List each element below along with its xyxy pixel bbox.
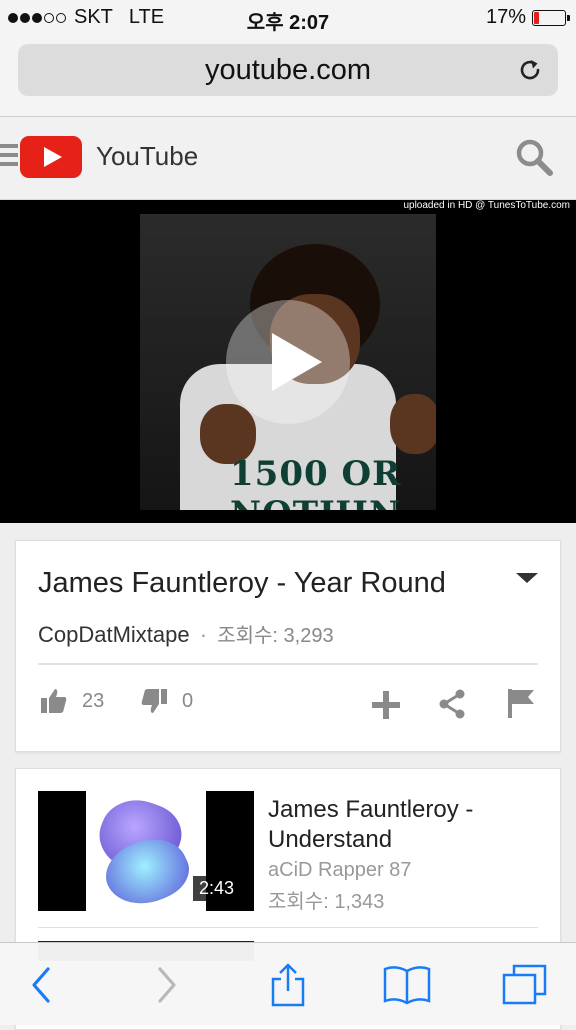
video-duration: 2:43 xyxy=(192,876,240,901)
browser-address-area: youtube.com xyxy=(0,36,576,117)
play-icon[interactable] xyxy=(226,300,350,424)
share-icon[interactable] xyxy=(438,689,466,719)
reload-icon[interactable] xyxy=(516,56,544,84)
related-video-thumbnail[interactable]: 2:43 xyxy=(38,791,254,911)
menu-icon[interactable] xyxy=(0,144,18,170)
thumbs-up-icon xyxy=(41,689,67,713)
battery-level xyxy=(534,11,539,24)
back-icon[interactable] xyxy=(24,963,64,1007)
tabs-icon[interactable] xyxy=(500,963,550,1007)
view-count: 조회수: 3,293 xyxy=(217,625,334,647)
status-bar: SKT LTE 오후 2:07 17% xyxy=(0,0,576,36)
channel-name[interactable]: CopDatMixtape xyxy=(38,622,190,647)
add-to-playlist-icon[interactable] xyxy=(370,689,402,721)
related-video-title[interactable]: James Fauntleroy - Understand xyxy=(268,795,538,855)
expand-caret-icon[interactable] xyxy=(516,573,538,583)
related-video-views: 조회수: 1,343 xyxy=(268,891,385,913)
flag-icon[interactable] xyxy=(506,687,536,719)
upload-watermark: uploaded in HD @ TunesToTube.com xyxy=(403,200,570,211)
like-count: 23 xyxy=(82,689,105,712)
shirt-text: 1500 OR NOTHIN xyxy=(230,454,402,510)
search-icon[interactable] xyxy=(514,137,554,177)
share-icon[interactable] xyxy=(268,963,308,1007)
meta-separator: · xyxy=(199,622,208,647)
battery-percent: 17% xyxy=(485,6,526,28)
status-right: 17% xyxy=(485,6,570,29)
youtube-logo-icon[interactable] xyxy=(20,136,82,178)
divider xyxy=(38,663,538,665)
address-bar[interactable]: youtube.com xyxy=(18,44,558,96)
forward-icon[interactable] xyxy=(146,963,186,1007)
dislike-button[interactable]: 0 xyxy=(140,687,193,715)
dislike-count: 0 xyxy=(182,689,194,712)
youtube-header: YouTube xyxy=(0,117,576,200)
battery-icon xyxy=(532,9,570,26)
youtube-title: YouTube xyxy=(96,141,199,171)
video-meta: CopDatMixtape · 조회수: 3,293 xyxy=(38,619,334,648)
video-title: James Fauntleroy - Year Round xyxy=(38,567,446,599)
bookmarks-icon[interactable] xyxy=(382,963,432,1007)
browser-toolbar xyxy=(0,942,576,1025)
like-button[interactable]: 23 xyxy=(40,687,104,715)
divider xyxy=(38,927,538,928)
thumbnail-artwork xyxy=(86,791,206,911)
video-info-card: James Fauntleroy - Year Round CopDatMixt… xyxy=(15,540,561,752)
url-text: youtube.com xyxy=(204,54,372,86)
video-player[interactable]: uploaded in HD @ TunesToTube.com 1500 OR… xyxy=(0,200,576,523)
thumbs-down-icon xyxy=(141,689,167,713)
related-video-channel: aCiD Rapper 87 xyxy=(268,859,412,881)
